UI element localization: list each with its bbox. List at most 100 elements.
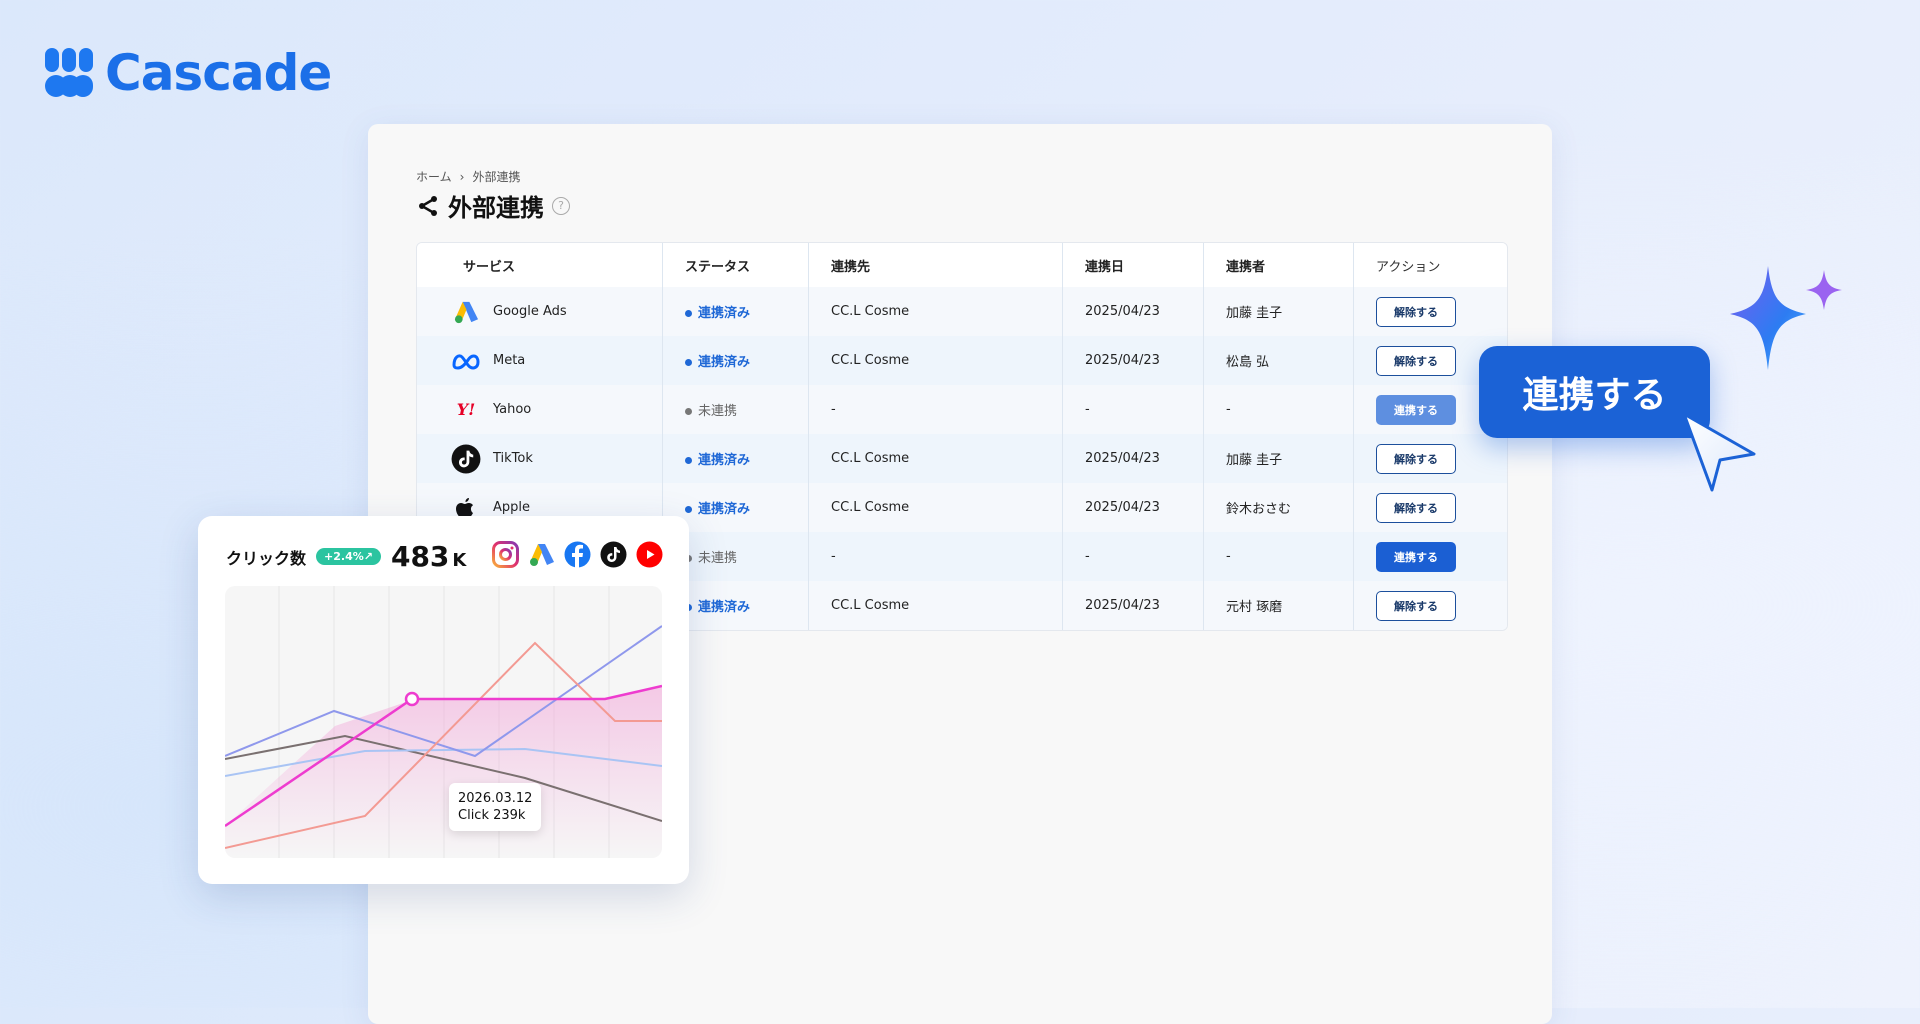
card-label: クリック数	[226, 548, 307, 568]
status-cell: 未連携	[663, 385, 809, 434]
status-badge: 連携済み	[685, 596, 750, 615]
status-badge: 連携済み	[685, 351, 750, 370]
date-cell: 2025/04/23	[1063, 581, 1204, 630]
user-cell: 加藤 圭子	[1204, 434, 1354, 483]
tiktok-icon	[451, 444, 481, 474]
selected-data-point[interactable]	[404, 691, 420, 707]
user-cell: 鈴木おさむ	[1204, 483, 1354, 532]
service-name: Apple	[493, 500, 531, 515]
user-cell: 松島 弘	[1204, 336, 1354, 385]
date-cell: 2025/04/23	[1063, 336, 1204, 385]
connect-button[interactable]: 連携する	[1376, 541, 1456, 572]
chart-tooltip: 2026.03.12 Click 239k	[449, 783, 542, 831]
date-cell: -	[1063, 385, 1204, 434]
header-status: ステータス	[663, 243, 809, 287]
date-cell: 2025/04/23	[1063, 483, 1204, 532]
help-icon[interactable]: ?	[552, 196, 570, 215]
status-badge: 未連携	[685, 547, 737, 566]
service-cell: TikTok	[417, 434, 663, 483]
status-badge: 連携済み	[685, 449, 750, 468]
status-text: 未連携	[698, 404, 738, 419]
table-row: Meta 連携済み CC.L Cosme 2025/04/23 松島 弘 解除す…	[417, 336, 1507, 385]
cursor-arrow-icon	[1682, 412, 1756, 492]
disconnect-button[interactable]: 解除する	[1376, 492, 1456, 523]
status-text: 連携済み	[698, 502, 751, 517]
page-title-bar: 外部連携 ?	[416, 188, 570, 223]
status-text: 連携済み	[698, 600, 751, 615]
action-cell: 解除する	[1354, 483, 1507, 532]
destination-cell: CC.L Cosme	[809, 483, 1063, 532]
disconnect-button[interactable]: 解除する	[1376, 590, 1456, 621]
header-date: 連携日	[1063, 243, 1204, 287]
connect-cta-button[interactable]: 連携する	[1479, 346, 1710, 438]
status-badge: 連携済み	[685, 302, 750, 321]
youtube-icon[interactable]	[636, 541, 663, 568]
sparkle-icon	[1730, 266, 1842, 370]
status-text: 連携済み	[698, 453, 751, 468]
service-name: TikTok	[493, 451, 533, 466]
table-row: TikTok 連携済み CC.L Cosme 2025/04/23 加藤 圭子 …	[417, 434, 1507, 483]
disconnect-button[interactable]: 解除する	[1376, 345, 1456, 376]
status-text: 未連携	[698, 551, 738, 566]
clicks-kpi: 483 K	[391, 540, 466, 573]
destination-cell: CC.L Cosme	[809, 287, 1063, 336]
share-icon	[419, 195, 437, 216]
destination-cell: CC.L Cosme	[809, 336, 1063, 385]
breadcrumb-home[interactable]: ホーム	[416, 168, 452, 185]
disconnect-button[interactable]: 解除する	[1376, 296, 1456, 327]
status-dot-icon	[685, 457, 692, 464]
kpi-value: 483	[390, 540, 450, 573]
service-name: Meta	[493, 353, 526, 368]
destination-cell: CC.L Cosme	[809, 434, 1063, 483]
social-icon-row	[492, 541, 663, 568]
service-cell: Meta	[417, 336, 663, 385]
status-cell: 連携済み	[663, 434, 809, 483]
chart-svg	[225, 586, 662, 858]
service-name: Google Ads	[493, 304, 567, 319]
meta-icon	[451, 346, 481, 376]
tooltip-date: 2026.03.12	[458, 791, 533, 806]
date-cell: 2025/04/23	[1063, 287, 1204, 336]
action-cell: 解除する	[1354, 287, 1507, 336]
service-cell: Google Ads	[417, 287, 663, 336]
disconnect-button[interactable]: 解除する	[1376, 443, 1456, 474]
tiktok-icon[interactable]	[600, 541, 627, 568]
action-cell: 解除する	[1354, 434, 1507, 483]
card-header: クリック数 +2.4%↗ 483 K	[226, 540, 466, 573]
status-dot-icon	[685, 408, 692, 415]
status-text: 連携済み	[698, 306, 751, 321]
action-cell: 連携する	[1354, 532, 1507, 581]
google-ads-icon[interactable]	[528, 541, 555, 568]
breadcrumb-current: 外部連携	[472, 170, 521, 184]
header-user: 連携者	[1204, 243, 1354, 287]
clicks-line-chart: 2026.03.12 Click 239k	[225, 586, 662, 858]
status-badge: 連携済み	[685, 498, 750, 517]
destination-cell: -	[809, 532, 1063, 581]
growth-badge: +2.4%↗	[316, 548, 381, 565]
status-dot-icon	[685, 506, 692, 513]
user-cell: 加藤 圭子	[1204, 287, 1354, 336]
date-cell: 2025/04/23	[1063, 434, 1204, 483]
header-destination: 連携先	[809, 243, 1063, 287]
header-action: アクション	[1376, 259, 1441, 275]
destination-cell: -	[809, 385, 1063, 434]
destination-cell: CC.L Cosme	[809, 581, 1063, 630]
google-ads-icon	[451, 297, 481, 327]
page-title: 外部連携	[448, 194, 544, 222]
service-name: Yahoo	[493, 402, 532, 417]
table-header-row: サービス ステータス 連携先 連携日 連携者 アクション	[417, 243, 1507, 287]
instagram-icon[interactable]	[492, 541, 519, 568]
brand-name: Cascade	[105, 44, 332, 102]
user-cell: -	[1204, 385, 1354, 434]
table-row: Google Ads 連携済み CC.L Cosme 2025/04/23 加藤…	[417, 287, 1507, 336]
tooltip-value: Click 239k	[458, 808, 526, 823]
status-dot-icon	[685, 310, 692, 317]
status-text: 連携済み	[698, 355, 751, 370]
status-badge: 未連携	[685, 400, 737, 419]
cascade-logo-icon	[45, 48, 95, 98]
connect-button[interactable]: 連携する	[1376, 394, 1456, 425]
brand-logo: Cascade	[45, 44, 332, 102]
user-cell: -	[1204, 532, 1354, 581]
facebook-icon[interactable]	[564, 541, 591, 568]
kpi-unit: K	[452, 550, 467, 571]
